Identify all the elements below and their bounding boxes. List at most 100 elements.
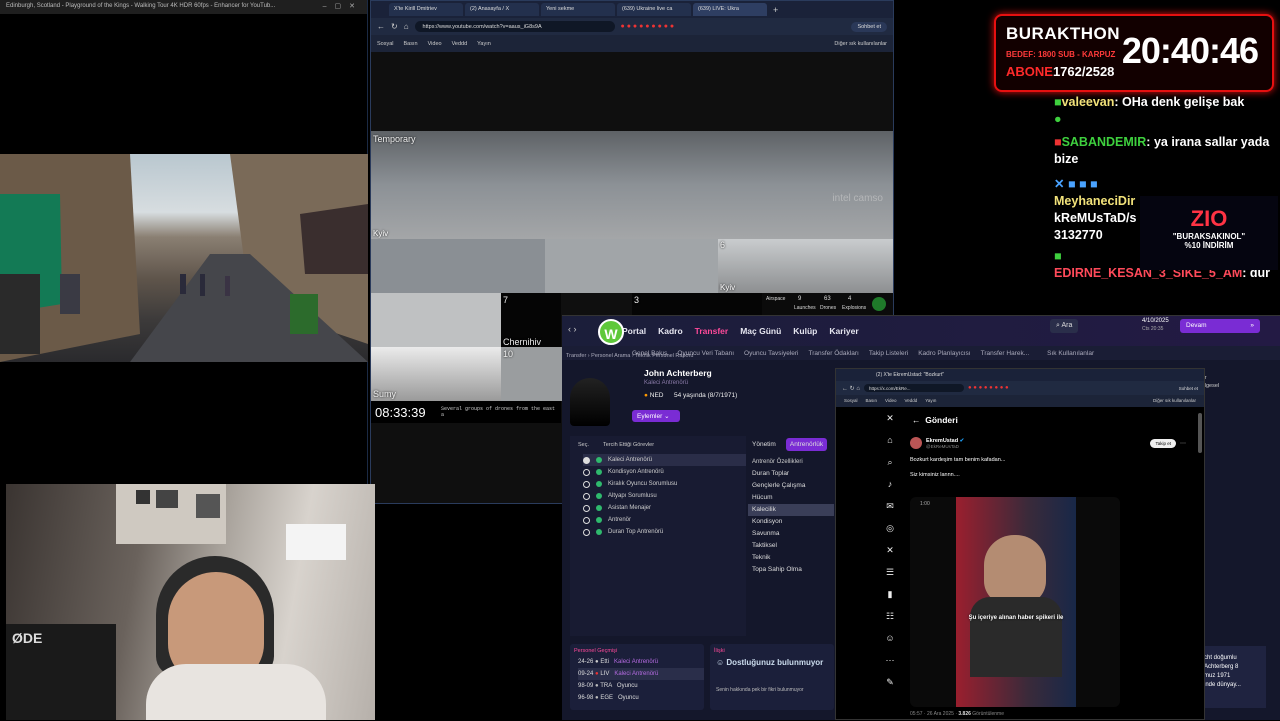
bookmark-item[interactable]: Yayın [477,41,491,47]
fm-favorites[interactable]: Sık Kullanılanlar [1047,350,1094,357]
role-row[interactable]: Asistan Menajer [583,502,746,514]
history-row[interactable]: 98-09 ● TRA Oyuncu [578,680,704,692]
role-row[interactable]: Kondisyon Antrenörü [583,466,746,478]
history-row[interactable]: 24-26 ● Etti Kaleci Antrenörü [578,656,704,668]
fm-subnav-item[interactable]: Kadro Planlayıcısı [918,350,970,357]
post-video[interactable]: 1:00 Şu içeriye alınan haber spikeri ile [910,497,1120,707]
home-icon[interactable]: ⌂ [876,435,904,457]
role-row[interactable]: Duran Top Antrenörü [583,526,746,538]
mail-icon[interactable]: ✉ [876,501,904,523]
photo-frame [136,490,150,504]
new-tab-icon[interactable]: + [773,5,778,15]
radio[interactable] [583,528,590,536]
bookmark-item[interactable]: Video [428,41,442,47]
communities-icon[interactable]: ☷ [876,611,904,633]
camera-feed-chernihiv: 7 Chernihiv [501,293,561,347]
bell-icon[interactable]: ♪ [876,479,904,501]
chat-button[interactable]: Sohbet et [1179,386,1198,391]
x-tab[interactable]: (2) X'te EkremUstad: "Bozkurt" [836,369,1204,381]
grok-icon[interactable]: ◎ [876,523,904,545]
camera-feed: 10 [501,347,562,401]
fm-nav-item[interactable]: Maç Günü [740,326,781,336]
avatar[interactable] [910,437,922,449]
role-row[interactable]: Altyapı Sorumlusu [583,490,746,502]
news-ticker: Several groups of drones from the east a [441,406,556,418]
tab-coaching[interactable]: Antrenörlük [785,438,828,451]
home-icon[interactable]: ⌂ [404,22,409,31]
radio[interactable] [583,516,590,524]
person-silhouette [570,378,610,426]
more-icon[interactable]: ⋯ [1180,440,1186,447]
more-icon[interactable]: ⋯ [876,655,904,677]
reload-icon[interactable]: ↻ [391,22,398,31]
follow-button[interactable]: Takip et [1150,438,1176,448]
role-dot-icon [596,517,602,523]
x-premium-icon[interactable]: ✕ [876,545,904,567]
fm-search[interactable]: ⌕ Ara [1050,319,1079,333]
fm-continue-button[interactable]: Devam» [1180,319,1260,333]
radio-selected[interactable] [583,456,590,464]
tab-management[interactable]: Yönetim [748,438,780,451]
actions-button[interactable]: Eylemler ⌄ [632,410,680,422]
fm-subnav-item[interactable]: Takip Listeleri [869,350,908,357]
breadcrumb[interactable]: Transfer › Personel Arama › Teknik Perso… [566,353,693,359]
role-row[interactable]: Kaleci Antrenörü [583,454,746,466]
fm-nav-item[interactable]: Kadro [658,326,683,336]
history-rows: 24-26 ● Etti Kaleci Antrenörü 09-24 ● LI… [570,656,704,704]
back-icon[interactable]: ← [377,22,385,31]
history-row[interactable]: 09-24 ● LIV Kaleci Antrenörü [578,668,704,680]
browser-tab[interactable]: (639) Ukraine live ca [617,3,691,16]
bookmark-item[interactable]: Basın [404,41,418,47]
window-controls[interactable]: –▢✕ [323,2,363,10]
role-row[interactable]: Antrenör [583,514,746,526]
fm-subnav-item[interactable]: Transfer Harek... [981,350,1030,357]
fm-nav-item[interactable]: Portal [622,326,646,336]
browser-tab-active[interactable]: (639) LIVE: Ukra [693,3,767,16]
x-address-bar[interactable]: https://x.com/EkRe... [864,384,964,392]
camera-number: 7 [503,295,509,305]
bookmarks-other[interactable]: Diğer sık kullanılanlar [834,41,887,47]
video-time: 1:00 [920,501,930,507]
bookmark-item[interactable]: Veddd [452,41,468,47]
profile-icon[interactable]: ☺ [876,633,904,655]
lists-icon[interactable]: ☰ [876,567,904,589]
fm-subnav-item[interactable]: Transfer Ödakları [808,350,858,357]
fm-nav-item[interactable]: Kariyer [829,326,858,336]
fm-subnav-item[interactable]: Oyuncu Tavsiyeleri [744,350,798,357]
browser-tab[interactable]: (2) Anasayfa / X [465,3,539,16]
attribute-row: Hücum [752,494,773,501]
x-logo-icon[interactable]: ✕ [876,413,904,435]
search-icon[interactable]: ⌕ [876,457,904,479]
radio[interactable] [583,468,590,476]
post-button-icon[interactable]: ✎ [876,677,904,699]
history-row[interactable]: 96-98 ● EGE Oyuncu [578,692,704,704]
attributes-title: Antrenör Özellikleri [752,459,803,465]
flag-icon: ● [644,392,648,399]
back-arrow-icon[interactable]: ← [912,415,921,425]
fm-back-forward[interactable]: ‹ › [568,324,577,334]
author-name[interactable]: EkremUstad ✔ [926,438,964,444]
radio[interactable] [583,492,590,500]
fm-nav-item-active[interactable]: Transfer [695,326,729,336]
role-row[interactable]: Kiralık Oyuncu Sorumlusu [583,478,746,490]
browser-tab[interactable]: X'te Kirill Dmitriev [389,3,463,16]
address-bar[interactable]: https://www.youtube.com/watch?v=aaus_iG8… [414,21,615,32]
forward-icon: » [1250,322,1254,329]
role-dot-icon [596,469,602,475]
fm-nav-item[interactable]: Kulüp [793,326,817,336]
camera-feed [371,293,501,347]
role-dot-icon [596,481,602,487]
extension-icons[interactable]: ● ● ● ● ● ● ● ● ● [621,23,675,30]
radio[interactable] [583,504,590,512]
street-scene [0,154,368,362]
radio[interactable] [583,480,590,488]
extension-icons[interactable]: ● ● ● ● ● ● ● ● [968,385,1009,391]
browser-tab[interactable]: Yeni sekme [541,3,615,16]
chat-button[interactable]: Sohbet et [851,21,887,32]
back-icon[interactable]: ← ↻ ⌂ [842,385,860,392]
bookmarks-bar: Sosyal Basın Video Veddd Yayın Diğer sık… [371,35,893,52]
bookmark-icon[interactable]: ▮ [876,589,904,611]
club-icon: ● [595,671,599,677]
bookmark-item[interactable]: Sosyal [377,41,394,47]
scrollbar[interactable] [1198,413,1202,453]
